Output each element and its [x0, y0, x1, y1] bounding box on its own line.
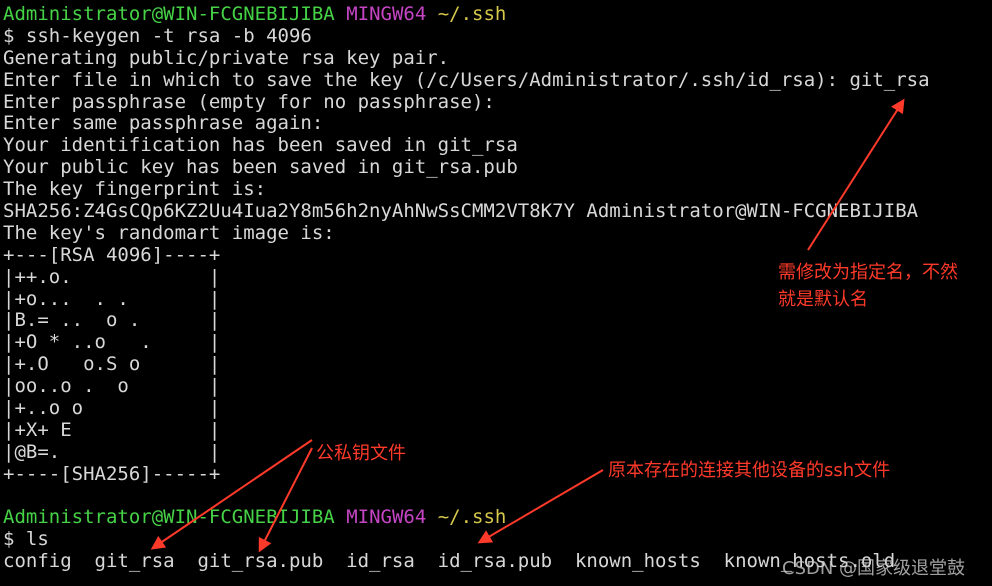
arrow-to-git-rsa-pub	[258, 447, 313, 553]
arrow-to-git-rsa-filename	[807, 98, 905, 251]
arrow-to-existing-ssh-files	[477, 469, 604, 544]
watermark: CSDN @国家级退堂鼓	[782, 558, 966, 579]
keypair-annotation: 公私钥文件	[316, 443, 406, 464]
rename-annotation-line1: 需修改为指定名，不然	[778, 262, 958, 283]
rename-annotation: 需修改为指定名，不然 就是默认名	[778, 259, 958, 313]
existing-files-annotation: 原本存在的连接其他设备的ssh文件	[608, 460, 891, 481]
rename-annotation-line2: 就是默认名	[778, 289, 868, 310]
